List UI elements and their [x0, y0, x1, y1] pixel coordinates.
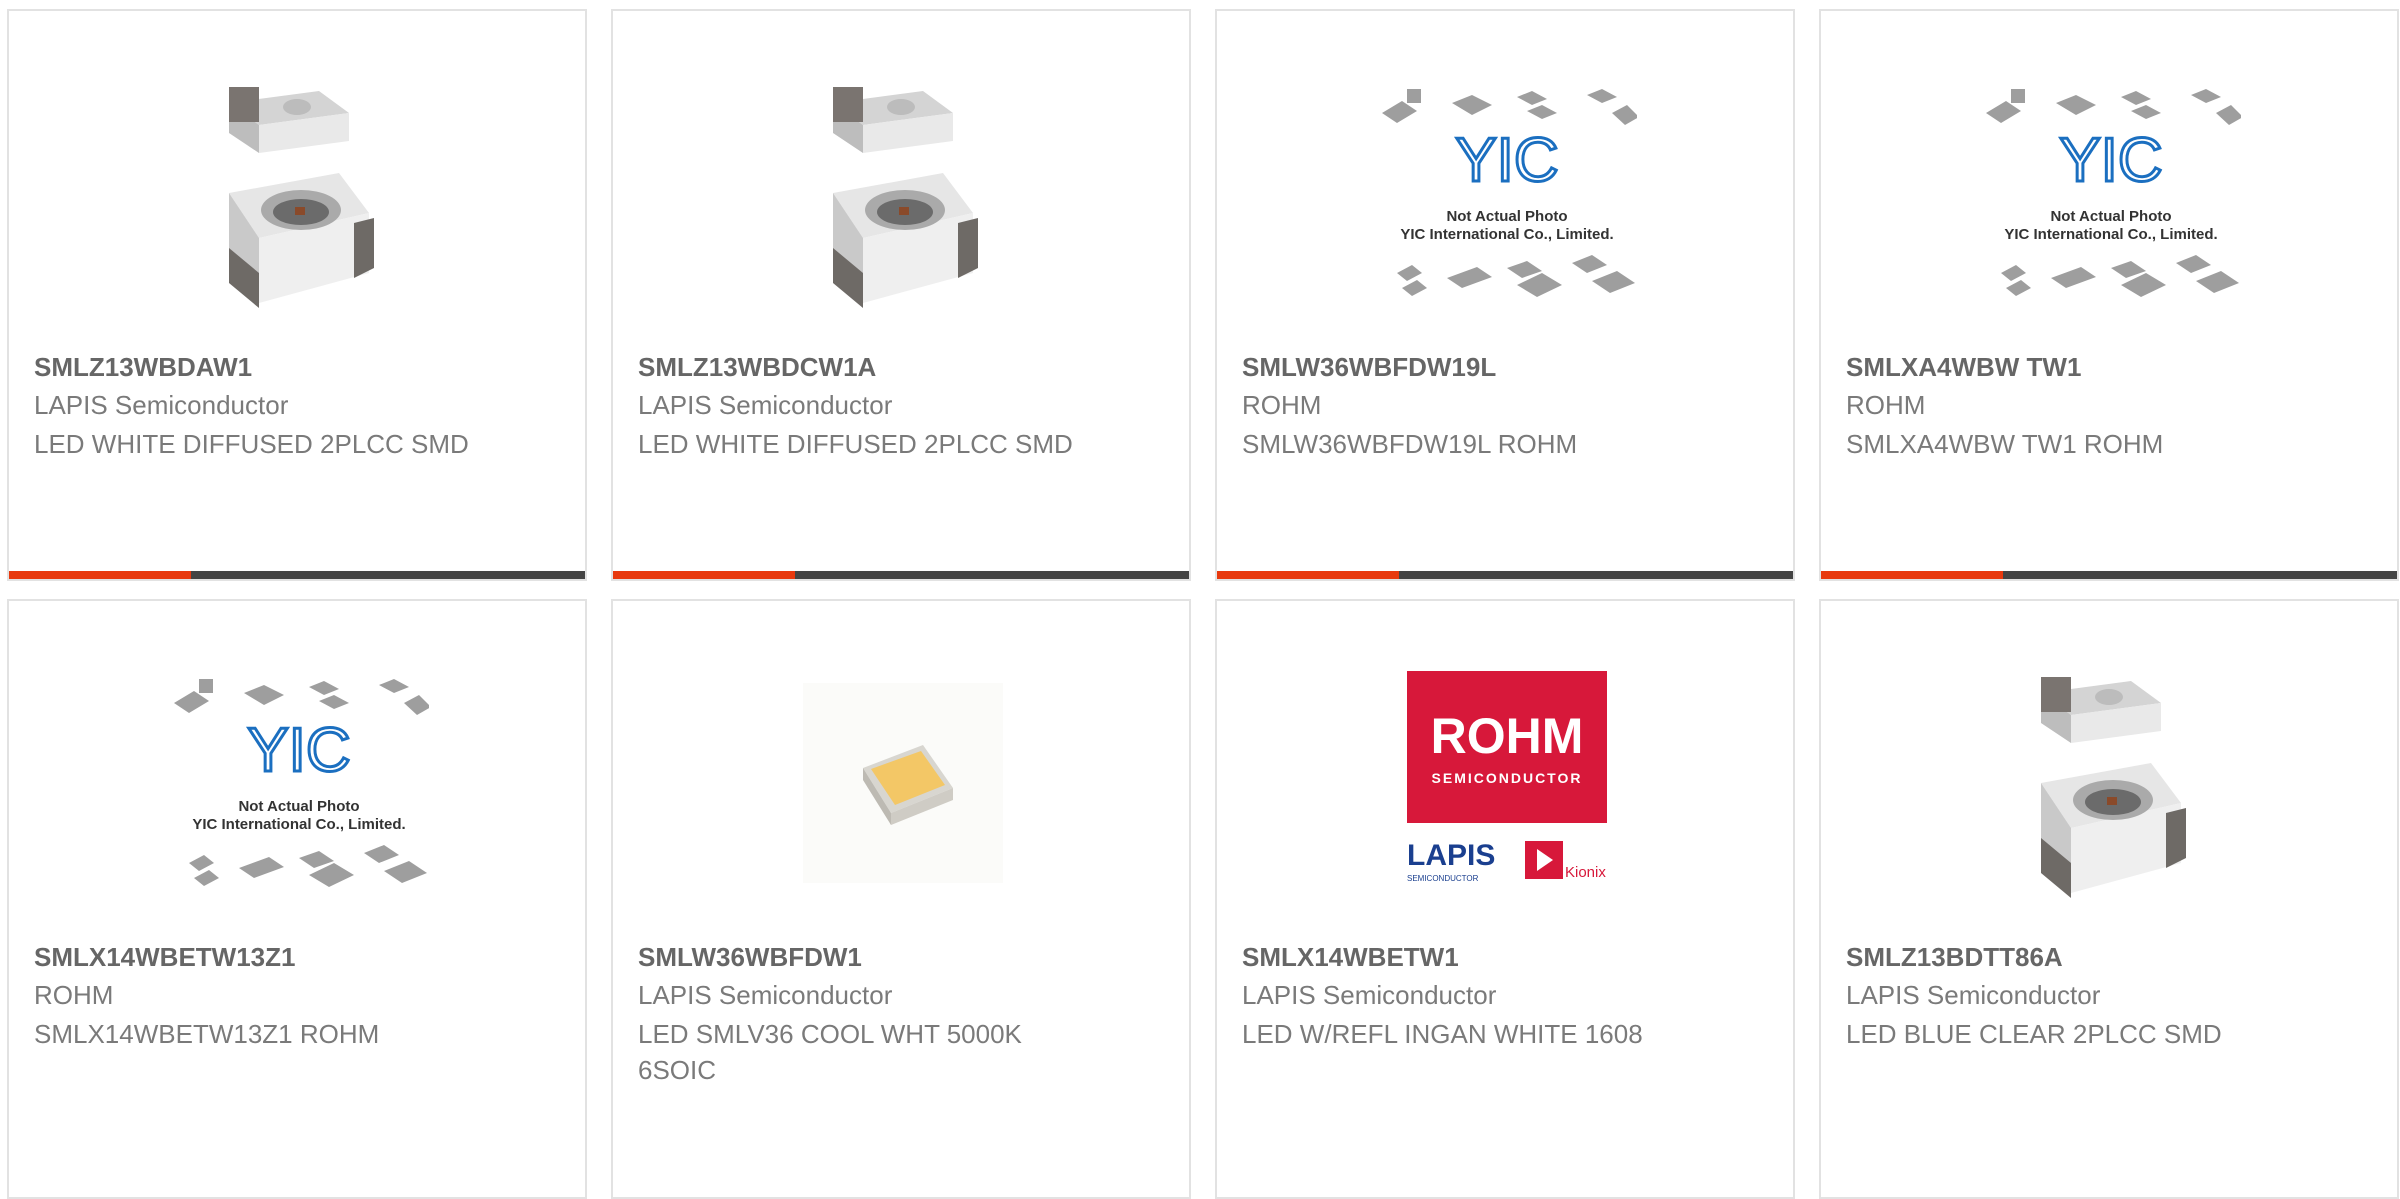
description: LED BLUE CLEAR 2PLCC SMD: [1846, 1019, 2222, 1049]
card-bottom-bar: [1217, 571, 1793, 579]
description: LED W/REFL INGAN WHITE 1608: [1242, 1019, 1643, 1049]
card-accent-bar: [613, 571, 795, 579]
product-card[interactable]: SMLZ13WBDAW1 LAPIS Semiconductor LED WHI…: [7, 9, 587, 581]
part-number[interactable]: SMLW36WBFDW1: [638, 942, 862, 973]
rohm-logo-image: ROHM SEMICONDUCTOR LAPIS SEMICONDUCTOR K…: [1407, 671, 1607, 883]
svg-text:YIC International Co., Limited: YIC International Co., Limited.: [2004, 226, 2217, 243]
card-bottom-bar: [1821, 571, 2397, 579]
yic-placeholder-image: YIC Not Actual Photo YIC International C…: [1382, 89, 1637, 297]
part-number[interactable]: SMLZ13WBDCW1A: [638, 352, 876, 383]
svg-text:YIC International Co., Limited: YIC International Co., Limited.: [1400, 226, 1613, 243]
svg-text:SEMICONDUCTOR: SEMICONDUCTOR: [1407, 874, 1479, 883]
svg-text:Kionix: Kionix: [1565, 864, 1606, 881]
product-card[interactable]: YIC Not Actual Photo YIC International C…: [1819, 9, 2399, 581]
svg-text:YIC International Co., Limited: YIC International Co., Limited.: [192, 816, 405, 833]
led-chip-image: [803, 683, 1003, 883]
manufacturer: LAPIS Semiconductor: [638, 390, 893, 420]
manufacturer: LAPIS Semiconductor: [1242, 980, 1497, 1010]
product-image[interactable]: [1981, 663, 2241, 908]
product-image[interactable]: YIC Not Actual Photo YIC International C…: [1981, 73, 2241, 318]
card-accent-bar: [9, 571, 191, 579]
svg-text:YIC: YIC: [247, 716, 350, 785]
yic-placeholder-image: YIC Not Actual Photo YIC International C…: [1986, 89, 2241, 297]
svg-text:Not Actual Photo: Not Actual Photo: [1446, 208, 1567, 225]
product-card[interactable]: ROHM SEMICONDUCTOR LAPIS SEMICONDUCTOR K…: [1215, 599, 1795, 1199]
svg-text:ROHM: ROHM: [1431, 708, 1584, 764]
card-accent-bar: [1821, 571, 2003, 579]
product-image[interactable]: [169, 73, 429, 318]
manufacturer: LAPIS Semiconductor: [1846, 980, 2101, 1010]
product-card[interactable]: SMLZ13BDTT86A LAPIS Semiconductor LED BL…: [1819, 599, 2399, 1199]
manufacturer: LAPIS Semiconductor: [638, 980, 893, 1010]
card-accent-bar: [1217, 571, 1399, 579]
product-image[interactable]: YIC Not Actual Photo YIC International C…: [1377, 73, 1637, 318]
description: LED WHITE DIFFUSED 2PLCC SMD: [638, 429, 1073, 459]
part-number[interactable]: SMLX14WBETW1: [1242, 942, 1459, 973]
part-number[interactable]: SMLXA4WBW TW1: [1846, 352, 2081, 383]
manufacturer: ROHM: [34, 980, 114, 1010]
manufacturer: ROHM: [1242, 390, 1322, 420]
part-number[interactable]: SMLW36WBFDW19L: [1242, 352, 1496, 383]
product-image[interactable]: YIC Not Actual Photo YIC International C…: [169, 663, 429, 908]
product-card[interactable]: SMLZ13WBDCW1A LAPIS Semiconductor LED WH…: [611, 9, 1191, 581]
product-card[interactable]: YIC Not Actual Photo YIC International C…: [1215, 9, 1795, 581]
led-package-image: [2041, 677, 2186, 898]
product-image[interactable]: ROHM SEMICONDUCTOR LAPIS SEMICONDUCTOR K…: [1377, 663, 1637, 908]
svg-text:Not Actual Photo: Not Actual Photo: [238, 798, 359, 815]
svg-text:LAPIS: LAPIS: [1407, 839, 1495, 872]
part-number[interactable]: SMLZ13WBDAW1: [34, 352, 252, 383]
manufacturer: LAPIS Semiconductor: [34, 390, 289, 420]
led-package-image: [229, 87, 374, 308]
svg-text:YIC: YIC: [1455, 126, 1558, 195]
part-number[interactable]: SMLX14WBETW13Z1: [34, 942, 296, 973]
description: SMLX14WBETW13Z1 ROHM: [34, 1019, 380, 1049]
card-bottom-bar: [613, 571, 1189, 579]
product-image[interactable]: [773, 73, 1033, 318]
product-image[interactable]: [773, 663, 1033, 908]
product-card[interactable]: YIC Not Actual Photo YIC International C…: [7, 599, 587, 1199]
product-card[interactable]: SMLW36WBFDW1 LAPIS Semiconductor LED SML…: [611, 599, 1191, 1199]
manufacturer: ROHM: [1846, 390, 1926, 420]
svg-text:YIC: YIC: [2059, 126, 2162, 195]
description: SMLXA4WBW TW1 ROHM: [1846, 429, 2164, 459]
led-package-image: [833, 87, 978, 308]
description: LED WHITE DIFFUSED 2PLCC SMD: [34, 429, 469, 459]
description: SMLW36WBFDW19L ROHM: [1242, 429, 1578, 459]
svg-text:Not Actual Photo: Not Actual Photo: [2050, 208, 2171, 225]
svg-text:SEMICONDUCTOR: SEMICONDUCTOR: [1432, 770, 1583, 786]
description: LED SMLV36 COOL WHT 5000K 6SOIC: [638, 1019, 1022, 1085]
card-bottom-bar: [9, 571, 585, 579]
part-number[interactable]: SMLZ13BDTT86A: [1846, 942, 2063, 973]
yic-placeholder-image: YIC Not Actual Photo YIC International C…: [174, 679, 429, 887]
